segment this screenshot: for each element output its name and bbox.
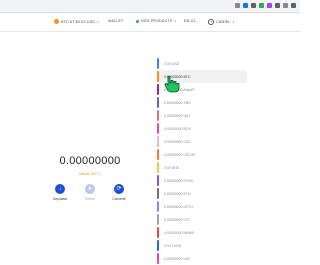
bookmark-icon[interactable] xyxy=(243,3,248,8)
coin-row[interactable]: 0.00000000 CELOP xyxy=(157,148,247,161)
coin-color-bar xyxy=(157,253,159,264)
coin-color-bar xyxy=(157,136,159,147)
puzzle-icon[interactable] xyxy=(275,3,280,8)
network-label: BTC AT $0.02 USD xyxy=(61,19,96,24)
coin-row[interactable]: 0.00000000 LTC xyxy=(157,213,247,226)
coin-color-bar xyxy=(157,214,159,225)
coin-row[interactable]: 0.00000000 DYNX xyxy=(157,174,247,187)
chevron-down-icon: ▾ xyxy=(232,20,235,24)
coin-balance-label: 0.00000000 LEYO xyxy=(164,205,193,209)
arrow-down-icon: ↓ xyxy=(55,184,65,194)
browser-toolbar xyxy=(0,0,300,13)
nav-products[interactable]: HGS PRODUCTS ▾ xyxy=(136,19,176,23)
extension-icon[interactable] xyxy=(251,3,256,8)
coin-row[interactable]: 0.00000000 MANA xyxy=(157,226,247,239)
coin-balance-label: 0.00000000 ETH xyxy=(164,192,191,196)
chevron-down-icon: ▾ xyxy=(97,19,99,24)
balance-amount: 0.00000000 xyxy=(59,155,121,167)
hand-cursor-icon xyxy=(164,75,180,93)
coin-balance-label: 0.00000000 DYNX xyxy=(164,179,194,183)
coin-color-bar xyxy=(157,97,159,108)
coin-row[interactable]: 0.00000000 LEYO xyxy=(157,200,247,213)
nav-account-label: CAMIEL xyxy=(216,20,231,24)
coin-balance-label: 0.00000000 CELOP xyxy=(164,153,196,157)
coin-balance-label: 0.00000000 NAT xyxy=(164,114,191,118)
coin-row[interactable]: 0.00000000 NAT xyxy=(157,109,247,122)
coin-color-bar xyxy=(157,58,159,69)
coin-color-bar xyxy=(157,149,159,160)
deposit-label: Depositar xyxy=(52,197,68,201)
coin-row[interactable]: 0.00000000 ETH xyxy=(157,187,247,200)
nav-language-label: EN-GL xyxy=(184,19,196,23)
coin-row[interactable]: 0.00 DHS xyxy=(157,161,247,174)
network-selector[interactable]: BTC AT $0.02 USD ▾ xyxy=(54,19,99,24)
coin-row[interactable]: 0.00 USD xyxy=(157,57,247,70)
coin-color-bar xyxy=(157,123,159,134)
user-icon xyxy=(208,19,214,25)
coin-balance-label: 0.00000000 CAZ xyxy=(164,140,191,144)
chevron-down-icon: ▾ xyxy=(174,19,177,23)
coin-color-bar xyxy=(157,162,159,173)
convert-icon: ⟳ xyxy=(114,184,124,194)
balance-unit: Bitcoin (BTC) xyxy=(79,172,101,176)
coin-color-bar xyxy=(157,240,159,251)
nav-products-label: HGS PRODUCTS xyxy=(141,19,173,23)
send-button[interactable]: ➤ Retirar xyxy=(80,184,100,201)
coin-row[interactable]: 0.00 TUSD xyxy=(157,239,247,252)
coin-row[interactable]: 0.00000000 CAZ xyxy=(157,135,247,148)
coin-balance-label: 0.00 USD xyxy=(164,62,180,66)
coin-balance-label: 0.00000000 LTC xyxy=(164,218,190,222)
convert-label: Convertir xyxy=(112,197,126,201)
coin-balance-label: 0.00000000 XRD xyxy=(164,101,191,105)
extension-purple-icon[interactable] xyxy=(267,3,272,8)
extension-green-icon[interactable] xyxy=(259,3,264,8)
nav-wallet-label: WALLET xyxy=(108,19,124,23)
deposit-button[interactable]: ↓ Depositar xyxy=(50,184,70,201)
nav-account[interactable]: CAMIEL ▾ xyxy=(208,19,234,25)
coin-color-bar xyxy=(157,71,159,82)
coin-row[interactable]: 0.00000000 BCH xyxy=(157,122,247,135)
coin-color-bar xyxy=(157,201,159,212)
bitcoin-icon xyxy=(54,19,59,24)
coin-color-bar xyxy=(157,175,159,186)
top-navigation: BTC AT $0.02 USD ▾ WALLET HGS PRODUCTS ▾… xyxy=(0,13,300,32)
coin-color-bar xyxy=(157,84,159,95)
coin-color-bar xyxy=(157,227,159,238)
coin-balance-label: 0.00000000 MANA xyxy=(164,231,194,235)
convert-button[interactable]: ⟳ Convertir xyxy=(109,184,129,201)
status-dot-icon xyxy=(136,19,139,23)
menu-icon[interactable] xyxy=(291,3,296,8)
coin-balance-label: 0.00 TUSD xyxy=(164,244,182,248)
coin-color-bar xyxy=(157,188,159,199)
coin-row[interactable]: 0.00000000 UNI xyxy=(157,252,247,265)
profile-icon[interactable] xyxy=(283,3,288,8)
coin-balance-label: 0.00000000 BCH xyxy=(164,127,191,131)
nav-wallet[interactable]: WALLET xyxy=(108,19,123,23)
translate-icon[interactable] xyxy=(235,3,240,8)
send-label: Retirar xyxy=(85,197,95,201)
nav-language[interactable]: EN-GL xyxy=(184,19,196,23)
browser-extension-icons xyxy=(235,3,296,8)
send-icon: ➤ xyxy=(85,184,95,194)
coin-row[interactable]: 0.00000000 XRD xyxy=(157,96,247,109)
coin-balance-label: 0.00 DHS xyxy=(164,166,180,170)
coin-color-bar xyxy=(157,110,159,121)
coin-balance-label: 0.00000000 UNI xyxy=(164,257,190,261)
